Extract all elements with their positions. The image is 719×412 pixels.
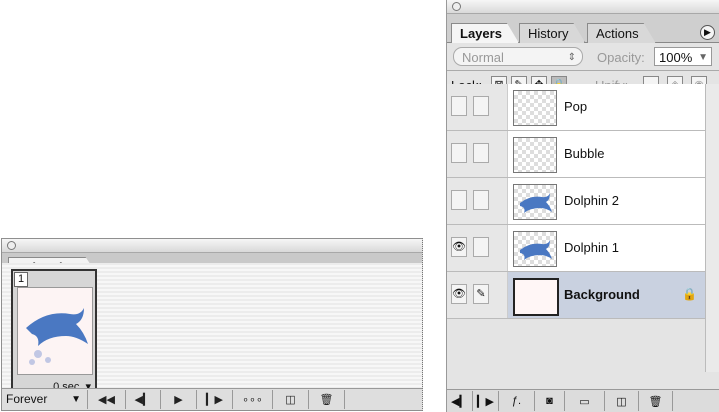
layer-mask-icon[interactable]: ◙ bbox=[535, 391, 565, 411]
link-toggle[interactable] bbox=[473, 143, 489, 163]
layer-thumbnail bbox=[513, 231, 557, 267]
link-toggle[interactable] bbox=[473, 190, 489, 210]
blend-options-row: Normal ⇕ Opacity: 100% ▼ bbox=[447, 43, 719, 71]
layer-name: Background bbox=[564, 287, 640, 302]
layer-thumbnail bbox=[513, 184, 557, 220]
eye-icon[interactable]: 👁 bbox=[451, 284, 467, 304]
close-icon[interactable] bbox=[7, 241, 16, 250]
layer-row[interactable]: Bubble bbox=[447, 131, 705, 178]
duplicate-frame-button[interactable]: ◫ bbox=[273, 390, 309, 409]
previous-frame-button[interactable]: ◀▎ bbox=[126, 390, 161, 409]
layer-list: Pop Bubble Dolphin 2 👁 Dolphin 1 👁 ✎ Bac… bbox=[447, 84, 705, 372]
brush-icon[interactable]: ✎ bbox=[473, 284, 489, 304]
eye-icon[interactable]: 👁 bbox=[451, 237, 467, 257]
layers-palette: Layers History Actions ▶ Normal ⇕ Opacity… bbox=[446, 0, 719, 412]
previous-layer-button[interactable]: ◀▎ bbox=[447, 391, 473, 411]
play-button[interactable]: ▶ bbox=[161, 390, 197, 409]
layer-thumbnail bbox=[513, 137, 557, 173]
tween-button[interactable]: ∘∘∘ bbox=[233, 390, 273, 409]
layer-row[interactable]: Dolphin 2 bbox=[447, 178, 705, 225]
frame-thumbnail bbox=[17, 287, 93, 375]
opacity-label: Opacity: bbox=[597, 50, 645, 65]
tab-layers[interactable]: Layers bbox=[451, 23, 519, 43]
delete-frame-button[interactable]: 🗑 bbox=[309, 390, 345, 409]
layer-name: Pop bbox=[564, 99, 588, 114]
frame-number: 1 bbox=[14, 272, 28, 287]
layer-name: Bubble bbox=[564, 146, 605, 161]
visibility-toggle[interactable] bbox=[451, 190, 467, 210]
layer-thumbnail bbox=[513, 90, 557, 126]
opacity-field[interactable]: 100% ▼ bbox=[654, 47, 712, 66]
dolphin-thumbnail-image bbox=[26, 308, 88, 365]
new-layer-icon[interactable]: ◫ bbox=[605, 391, 639, 411]
layer-style-icon[interactable]: ƒ. bbox=[499, 391, 535, 411]
frames-area: 1 0 sec. ▾ bbox=[2, 263, 422, 397]
layers-titlebar bbox=[447, 0, 719, 14]
animation-toolbar: Forever ▼ ◀◀ ◀▎ ▶ ▎▶ ∘∘∘ ◫ 🗑 bbox=[2, 388, 422, 410]
layer-row[interactable]: Pop bbox=[447, 84, 705, 131]
tab-history[interactable]: History bbox=[519, 23, 585, 43]
next-layer-button[interactable]: ▎▶ bbox=[473, 391, 499, 411]
lock-icon: 🔒 bbox=[682, 287, 697, 301]
first-frame-button[interactable]: ◀◀ bbox=[88, 390, 126, 409]
layer-name: Dolphin 1 bbox=[564, 240, 619, 255]
dolphin-icon bbox=[520, 240, 552, 260]
trash-icon[interactable]: 🗑 bbox=[639, 391, 673, 411]
link-toggle[interactable] bbox=[473, 96, 489, 116]
layers-tab-row: Layers History Actions ▶ bbox=[447, 14, 719, 43]
layer-row[interactable]: 👁 Dolphin 1 bbox=[447, 225, 705, 272]
animation-palette: Animation 1 0 sec. ▾ Forever▼ ◀◀ ◀▎ ▶ ▎▶… bbox=[1, 238, 423, 411]
palette-menu-icon[interactable]: ▶ bbox=[700, 25, 715, 40]
blend-mode-select[interactable]: Normal ⇕ bbox=[453, 47, 583, 66]
layer-row[interactable]: 👁 ✎ Background 🔒 bbox=[447, 272, 705, 319]
dolphin-icon bbox=[520, 193, 552, 213]
loop-select[interactable]: Forever ▼ bbox=[2, 390, 88, 409]
layer-name: Dolphin 2 bbox=[564, 193, 619, 208]
visibility-toggle[interactable] bbox=[451, 96, 467, 116]
next-frame-button[interactable]: ▎▶ bbox=[197, 390, 233, 409]
layer-thumbnail bbox=[513, 278, 559, 316]
new-set-icon[interactable]: ▭ bbox=[565, 391, 605, 411]
visibility-toggle[interactable] bbox=[451, 143, 467, 163]
layers-scrollbar[interactable] bbox=[705, 84, 719, 372]
animation-frame[interactable]: 1 0 sec. ▾ bbox=[11, 269, 97, 397]
layers-toolbar: ◀▎ ▎▶ ƒ. ◙ ▭ ◫ 🗑 bbox=[447, 389, 719, 412]
tab-actions[interactable]: Actions bbox=[587, 23, 656, 43]
animation-titlebar bbox=[2, 239, 422, 253]
link-toggle[interactable] bbox=[473, 237, 489, 257]
close-icon[interactable] bbox=[452, 2, 461, 11]
